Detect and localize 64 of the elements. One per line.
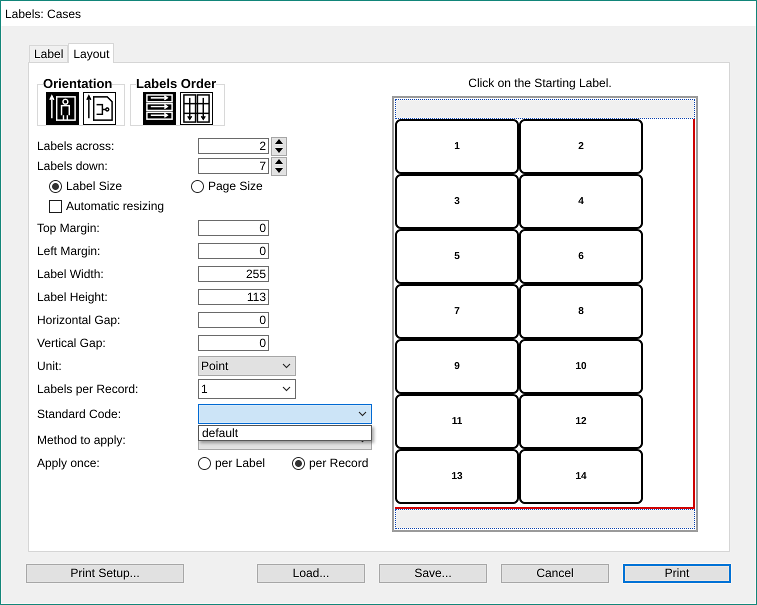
group-title: Orientation (43, 76, 112, 92)
number-field[interactable]: 113 (198, 288, 269, 304)
label-cell[interactable]: 3 (395, 174, 519, 229)
label-cell[interactable]: 4 (519, 174, 643, 229)
label-cell[interactable]: 13 (395, 449, 519, 504)
radio-option[interactable]: Label Size (49, 178, 191, 194)
dialog-button[interactable]: Print (623, 564, 731, 583)
label-cell[interactable]: 1 (395, 119, 519, 174)
tab[interactable]: Layout (68, 43, 114, 63)
number-field[interactable]: 0 (198, 242, 269, 258)
dropdown-option[interactable]: default (199, 426, 371, 440)
label-cell[interactable]: 10 (519, 339, 643, 394)
label-cell[interactable]: 6 (519, 229, 643, 284)
field-label: Labels per Record: (37, 380, 140, 396)
field-label: Horizontal Gap: (37, 312, 122, 328)
radio-option[interactable]: per Record (292, 455, 368, 471)
field-label: Vertical Gap: (37, 334, 107, 350)
field-label: Label Width: (37, 266, 105, 282)
field-label: Left Margin: (37, 242, 102, 258)
field-label: Top Margin: (37, 220, 101, 236)
label-cell[interactable]: 5 (395, 229, 519, 284)
label-cell[interactable]: 12 (519, 394, 643, 449)
field-label: Labels across: (37, 138, 116, 154)
number-field[interactable]: 0 (198, 312, 269, 328)
chevron-down-icon (358, 411, 367, 417)
down-arrow-icon (275, 148, 283, 153)
field-label: Label Height: (37, 288, 109, 304)
radio-option[interactable]: Page Size (191, 178, 263, 194)
field-label: Unit: (37, 358, 63, 374)
dialog-button[interactable]: Cancel (501, 564, 609, 583)
number-field[interactable]: 0 (198, 334, 269, 350)
dialog-button[interactable]: Save... (379, 564, 487, 583)
field-label: Standard Code: (37, 406, 122, 422)
radio-option[interactable]: per Label (198, 455, 292, 471)
label-cell[interactable]: 14 (519, 449, 643, 504)
up-arrow-icon (275, 139, 283, 144)
number-field[interactable]: 7 (198, 158, 269, 174)
dropdown[interactable]: 1 (198, 378, 296, 398)
label-cell[interactable]: 7 (395, 284, 519, 339)
window-title: Labels: Cases (5, 6, 82, 22)
field-label: Method to apply: (37, 432, 127, 448)
down-arrow-icon (275, 168, 283, 173)
group-title: Labels Order (136, 76, 216, 92)
dropdown[interactable]: Point (198, 356, 296, 376)
instruction-text: Click on the Starting Label. (468, 75, 612, 91)
number-field[interactable]: 2 (198, 138, 269, 154)
dialog-button[interactable]: Load... (257, 564, 365, 583)
label-cell[interactable]: 9 (395, 339, 519, 394)
chevron-down-icon (282, 362, 291, 368)
field-label: Labels down: (37, 158, 109, 174)
label-cell[interactable]: 2 (519, 119, 643, 174)
spinner[interactable] (271, 156, 287, 176)
number-field[interactable]: 255 (198, 266, 269, 282)
label-cell[interactable]: 8 (519, 284, 643, 339)
label-cell[interactable]: 11 (395, 394, 519, 449)
dropdown[interactable] (198, 404, 372, 424)
up-arrow-icon (275, 159, 283, 164)
number-field[interactable]: 0 (198, 220, 269, 236)
spinner[interactable] (271, 136, 287, 156)
tab[interactable]: Label (29, 45, 68, 62)
checkbox-option[interactable]: Automatic resizing (49, 198, 164, 214)
chevron-down-icon (282, 386, 291, 392)
dialog-button[interactable]: Print Setup... (26, 564, 184, 583)
field-label: Apply once: (37, 455, 101, 471)
